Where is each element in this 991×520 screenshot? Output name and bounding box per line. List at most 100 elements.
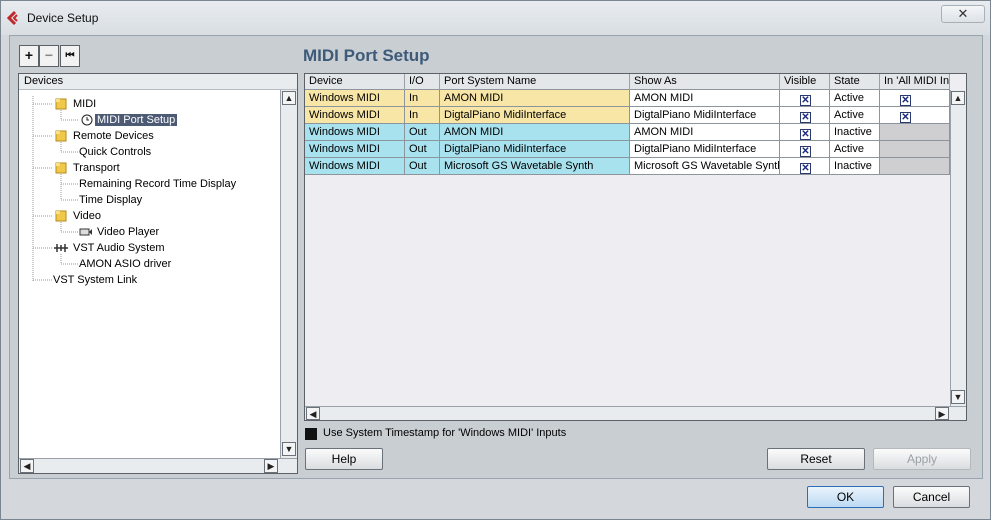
cell-all-midi[interactable]: ✕ — [880, 107, 950, 124]
cell-port: AMON MIDI — [440, 124, 630, 141]
col-port-system-name[interactable]: Port System Name — [440, 74, 630, 90]
cell-all-midi[interactable] — [880, 141, 950, 158]
visible-checkbox[interactable]: ✕ — [800, 129, 811, 140]
table-row[interactable]: Windows MIDI Out AMON MIDI AMON MIDI ✕ Inacti… — [305, 124, 950, 141]
table-scroll-left-button[interactable]: ◀ — [306, 407, 320, 420]
table-horizontal-scrollbar[interactable]: ◀ ▶ — [305, 406, 966, 420]
tree-item-video-player[interactable]: Video Player — [95, 226, 161, 239]
cell-all-midi[interactable] — [880, 124, 950, 141]
col-io[interactable]: I/O — [405, 74, 440, 90]
table-row[interactable]: Windows MIDI In DigtalPiano MidiInterface D… — [305, 107, 950, 124]
all-midi-inputs-checkbox[interactable]: ✕ — [900, 95, 911, 106]
visible-checkbox[interactable]: ✕ — [800, 163, 811, 174]
scroll-up-button[interactable]: ▲ — [282, 91, 296, 105]
cell-show-as: AMON MIDI — [630, 90, 780, 107]
cell-show-as: Microsoft GS Wavetable Synth — [630, 158, 780, 175]
devices-panel: Devices MIDI MIDI Port Setup Remote Devi… — [18, 73, 298, 474]
tree-item-quick-controls[interactable]: Quick Controls — [77, 146, 153, 159]
folder-icon — [55, 162, 67, 174]
scroll-right-button[interactable]: ▶ — [264, 459, 278, 473]
cell-device: Windows MIDI — [305, 124, 405, 141]
cell-show-as: AMON MIDI — [630, 124, 780, 141]
table-scroll-down-button[interactable]: ▼ — [951, 390, 965, 404]
cell-show-as: DigtalPiano MidiInterface — [630, 141, 780, 158]
title-bar: Device Setup ✕ — [1, 1, 990, 35]
section-title: MIDI Port Setup — [303, 46, 430, 65]
table-row[interactable]: Windows MIDI Out DigtalPiano MidiInterface… — [305, 141, 950, 158]
tree-item-midi-port-setup[interactable]: MIDI Port Setup — [95, 114, 178, 127]
cell-device: Windows MIDI — [305, 107, 405, 124]
cancel-button[interactable]: Cancel — [893, 486, 970, 508]
cell-io: Out — [405, 158, 440, 175]
cell-visible[interactable]: ✕ — [780, 90, 830, 107]
ok-button[interactable]: OK — [807, 486, 884, 508]
tree-item-time-display[interactable]: Time Display — [77, 194, 144, 207]
remove-device-button[interactable]: − — [39, 45, 59, 67]
cubase-logo-icon — [6, 10, 18, 26]
cell-state: Active — [830, 141, 880, 158]
reset-device-button[interactable]: ⏮ — [60, 45, 80, 67]
video-icon — [79, 228, 92, 236]
scroll-down-button[interactable]: ▼ — [282, 442, 296, 456]
cell-port: Microsoft GS Wavetable Synth — [440, 158, 630, 175]
col-in-all-midi[interactable]: In 'All MIDI In — [880, 74, 950, 90]
cell-state: Active — [830, 107, 880, 124]
cell-io: Out — [405, 141, 440, 158]
cell-show-as: DigtalPiano MidiInterface — [630, 107, 780, 124]
tree-item-remote-devices[interactable]: Remote Devices — [71, 130, 156, 143]
cell-device: Windows MIDI — [305, 141, 405, 158]
tree-item-video[interactable]: Video — [71, 210, 103, 223]
all-midi-inputs-checkbox[interactable]: ✕ — [900, 112, 911, 123]
table-vertical-scrollbar[interactable]: ▲ ▼ — [950, 90, 966, 406]
folder-icon — [55, 210, 67, 222]
devices-vertical-scrollbar[interactable]: ▲ ▼ — [280, 90, 297, 458]
cell-all-midi[interactable] — [880, 158, 950, 175]
apply-button[interactable]: Apply — [873, 448, 971, 470]
cell-visible[interactable]: ✕ — [780, 141, 830, 158]
tree-item-vst-system-link[interactable]: VST System Link — [51, 274, 139, 287]
system-timestamp-label: Use System Timestamp for 'Windows MIDI' … — [323, 427, 567, 439]
table-scroll-right-button[interactable]: ▶ — [935, 407, 949, 420]
folder-icon — [55, 98, 67, 110]
devices-horizontal-scrollbar[interactable]: ◀ ▶ — [19, 458, 297, 473]
tree-item-amon-asio-driver[interactable]: AMON ASIO driver — [77, 258, 173, 271]
devices-header: Devices — [19, 74, 297, 90]
window-title: Device Setup — [27, 11, 99, 25]
cell-io: In — [405, 107, 440, 124]
col-visible[interactable]: Visible — [780, 74, 830, 90]
cell-state: Inactive — [830, 158, 880, 175]
cell-io: Out — [405, 124, 440, 141]
midi-ports-table: Device I/O Port System Name Show As Visi… — [304, 73, 967, 421]
cell-visible[interactable]: ✕ — [780, 158, 830, 175]
cell-all-midi[interactable]: ✕ — [880, 90, 950, 107]
reset-button[interactable]: Reset — [767, 448, 865, 470]
system-timestamp-checkbox[interactable] — [305, 428, 317, 440]
visible-checkbox[interactable]: ✕ — [800, 112, 811, 123]
audio-icon — [54, 244, 68, 252]
close-button[interactable]: ✕ — [941, 5, 985, 23]
cell-visible[interactable]: ✕ — [780, 124, 830, 141]
table-row[interactable]: Windows MIDI In AMON MIDI AMON MIDI ✕ Active ✕ — [305, 90, 950, 107]
visible-checkbox[interactable]: ✕ — [800, 146, 811, 157]
tree-item-transport[interactable]: Transport — [71, 162, 122, 175]
tree-item-midi[interactable]: MIDI — [71, 98, 98, 111]
add-device-button[interactable]: + — [19, 45, 39, 67]
col-show-as[interactable]: Show As — [630, 74, 780, 90]
tree-item-remaining-record-time[interactable]: Remaining Record Time Display — [77, 178, 238, 191]
cell-state: Inactive — [830, 124, 880, 141]
device-setup-window: Device Setup ✕ + − ⏮ Devices MIDI MIDI P… — [0, 0, 991, 520]
tree-item-vst-audio-system[interactable]: VST Audio System — [71, 242, 167, 255]
cell-port: DigtalPiano MidiInterface — [440, 107, 630, 124]
col-state[interactable]: State — [830, 74, 880, 90]
cell-visible[interactable]: ✕ — [780, 107, 830, 124]
visible-checkbox[interactable]: ✕ — [800, 95, 811, 106]
table-scroll-up-button[interactable]: ▲ — [951, 91, 965, 105]
scroll-left-button[interactable]: ◀ — [20, 459, 34, 473]
help-button[interactable]: Help — [305, 448, 383, 470]
table-header: Device I/O Port System Name Show As Visi… — [305, 74, 950, 90]
cell-device: Windows MIDI — [305, 158, 405, 175]
table-row[interactable]: Windows MIDI Out Microsoft GS Wavetable Sy… — [305, 158, 950, 175]
folder-icon — [55, 130, 67, 142]
cell-state: Active — [830, 90, 880, 107]
col-device[interactable]: Device — [305, 74, 405, 90]
